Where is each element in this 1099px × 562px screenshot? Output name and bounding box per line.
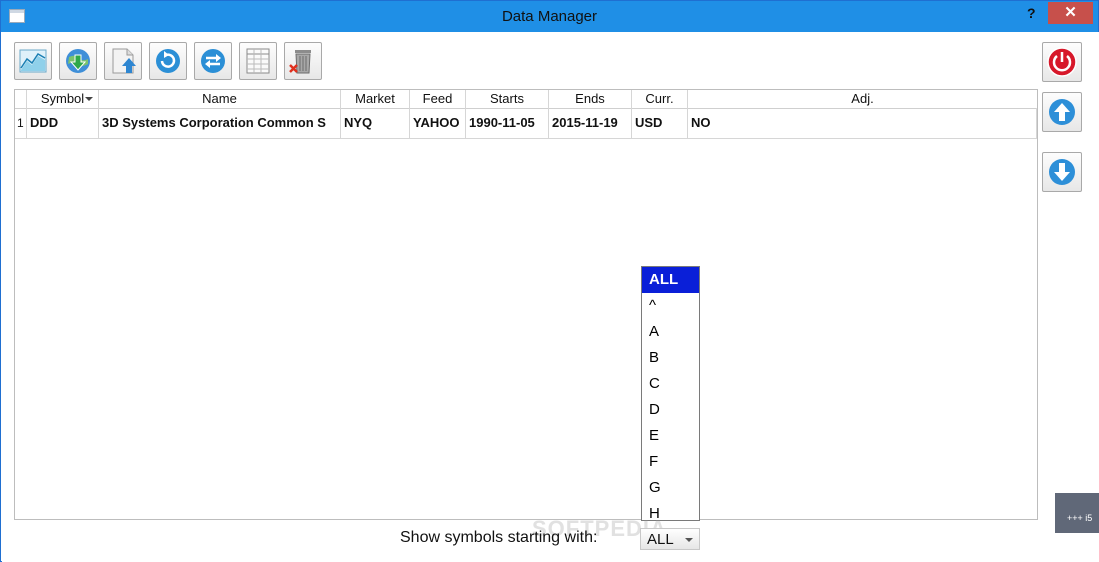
document-upload-icon [112, 48, 136, 74]
power-button[interactable] [1042, 42, 1082, 82]
table-header: Symbol Name Market Feed Starts Ends Curr… [15, 90, 1037, 109]
column-header-ends[interactable]: Ends [549, 90, 632, 108]
arrow-up-icon [1049, 99, 1075, 125]
corner-overlay: +++ i5 [1055, 493, 1099, 533]
cell-starts[interactable]: 1990-11-05 [466, 108, 549, 138]
column-header-label: Symbol [40, 91, 85, 106]
column-header-currency[interactable]: Curr. [632, 90, 688, 108]
delete-button[interactable] [284, 42, 322, 80]
title-bar[interactable]: Data Manager ? ✕ [1, 1, 1098, 32]
download-button[interactable] [59, 42, 97, 80]
table-button[interactable] [239, 42, 277, 80]
cell-name[interactable]: 3D Systems Corporation Common S [99, 108, 341, 138]
cell-adjusted[interactable]: NO [688, 108, 1037, 138]
refresh-button[interactable] [149, 42, 187, 80]
row-number-header [15, 90, 27, 108]
symbols-table[interactable]: Symbol Name Market Feed Starts Ends Curr… [14, 89, 1038, 520]
table-row[interactable]: 1 DDD 3D Systems Corporation Common S NY… [15, 108, 1037, 139]
table-icon [246, 48, 270, 74]
column-header-symbol[interactable]: Symbol [27, 90, 99, 108]
cell-feed[interactable]: YAHOO [410, 108, 466, 138]
import-button[interactable] [104, 42, 142, 80]
cell-ends[interactable]: 2015-11-19 [549, 108, 632, 138]
filter-label: Show symbols starting with: [400, 529, 598, 546]
symbol-filter-combo[interactable]: ALL [640, 528, 700, 550]
dropdown-option[interactable]: D [642, 397, 699, 423]
cell-market[interactable]: NYQ [341, 108, 410, 138]
trash-icon [289, 50, 311, 74]
sync-button[interactable] [194, 42, 232, 80]
combo-value: ALL [647, 531, 674, 548]
window-title: Data Manager [501, 8, 598, 25]
client-area: Symbol Name Market Feed Starts Ends Curr… [2, 32, 1099, 562]
move-up-button[interactable] [1042, 92, 1082, 132]
data-manager-window: Data Manager ? ✕ Symbol Name Market Feed… [0, 0, 1099, 562]
help-button[interactable]: ? [1027, 5, 1036, 21]
dropdown-option[interactable]: ^ [642, 293, 699, 319]
refresh-icon [156, 49, 180, 73]
dropdown-option[interactable]: F [642, 449, 699, 475]
dropdown-option[interactable]: A [642, 319, 699, 345]
column-header-adjusted[interactable]: Adj. [688, 90, 1037, 108]
chart-button[interactable] [14, 42, 52, 80]
power-icon [1047, 47, 1077, 77]
row-number: 1 [15, 108, 27, 138]
move-down-button[interactable] [1042, 152, 1082, 192]
chart-icon [19, 49, 47, 73]
corner-text: +++ i5 [1067, 513, 1093, 523]
column-header-market[interactable]: Market [341, 90, 410, 108]
dropdown-option[interactable]: G [642, 475, 699, 501]
sync-icon [201, 49, 225, 73]
column-header-name[interactable]: Name [99, 90, 341, 108]
cell-currency[interactable]: USD [632, 108, 688, 138]
sort-arrow-icon [85, 97, 93, 101]
globe-download-icon [66, 49, 90, 73]
arrow-down-icon [1049, 159, 1075, 185]
cell-symbol[interactable]: DDD [27, 108, 99, 138]
close-button[interactable]: ✕ [1048, 2, 1093, 24]
symbol-filter-dropdown-list[interactable]: ALL ^ A B C D E F G H [641, 266, 700, 521]
column-header-feed[interactable]: Feed [410, 90, 466, 108]
dropdown-option[interactable]: ALL [642, 267, 699, 293]
dropdown-option[interactable]: C [642, 371, 699, 397]
dropdown-option[interactable]: E [642, 423, 699, 449]
dropdown-option[interactable]: B [642, 345, 699, 371]
column-header-starts[interactable]: Starts [466, 90, 549, 108]
chevron-down-icon [685, 538, 693, 542]
